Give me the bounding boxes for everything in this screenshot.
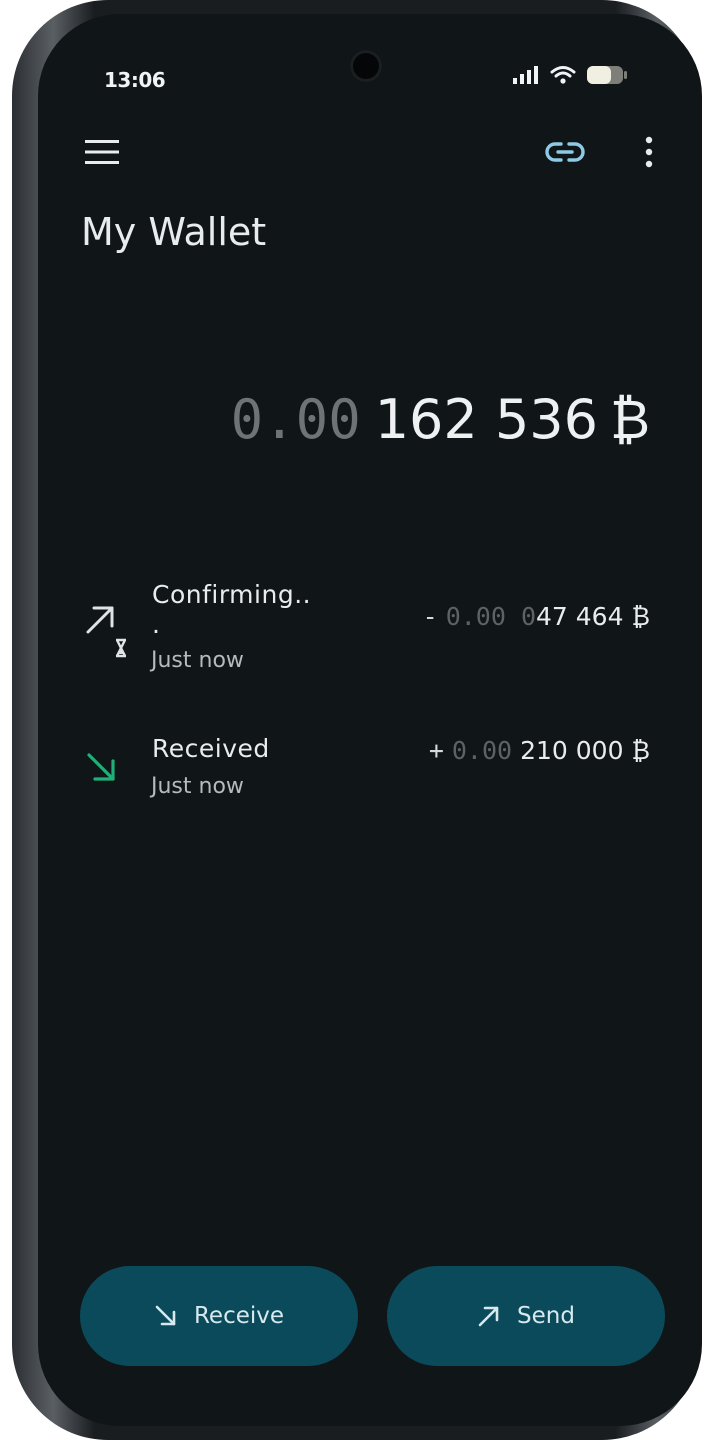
signal-icon	[513, 66, 538, 84]
overflow-menu-button[interactable]	[634, 130, 664, 174]
transaction-time: Just now	[151, 648, 244, 673]
transaction-status: Received	[152, 734, 270, 763]
transaction-item[interactable]: Received Just now + 0.00 210 000 ₿	[38, 718, 702, 808]
transaction-amount: - 0.00 0 47 464 ₿	[423, 602, 650, 632]
receive-button[interactable]: Receive	[80, 1266, 358, 1366]
transaction-status-continued: .	[152, 610, 161, 639]
amount-currency-symbol: ₿	[631, 602, 650, 631]
more-vertical-icon	[645, 136, 653, 168]
amount-leading-zeros: 0.00	[451, 736, 513, 765]
amount-sign: +	[428, 736, 444, 765]
battery-icon	[587, 66, 627, 84]
amount-currency-symbol: ₿	[631, 736, 650, 765]
hamburger-menu-icon	[85, 140, 119, 164]
amount-sign: -	[422, 602, 438, 631]
status-time: 13:06	[104, 68, 166, 92]
balance-leading-zeros: 0.00	[230, 388, 361, 451]
transaction-status: Confirming..	[152, 580, 312, 609]
link-icon	[545, 142, 585, 162]
link-button[interactable]	[541, 132, 589, 172]
send-button-label: Send	[517, 1303, 575, 1329]
send-pending-icon	[84, 604, 128, 664]
received-arrow-icon	[86, 752, 118, 788]
front-camera	[350, 50, 382, 82]
wallet-balance: 0.00 162 536 ₿	[231, 388, 650, 451]
transaction-item[interactable]: Confirming.. . Just now - 0.00 0 47 464 …	[38, 564, 702, 684]
receive-button-label: Receive	[193, 1303, 285, 1329]
phone-frame: 13:06 My Wallet 0.00 162 536 ₿ Confirmin…	[12, 0, 702, 1440]
app-screen: 13:06 My Wallet 0.00 162 536 ₿ Confirmin…	[38, 14, 702, 1426]
balance-value: 162 536	[374, 388, 599, 451]
transaction-amount: + 0.00 210 000 ₿	[429, 736, 650, 766]
page-title: My Wallet	[81, 210, 267, 254]
send-arrow-icon	[478, 1306, 499, 1327]
balance-currency-symbol: ₿	[610, 388, 650, 451]
receive-arrow-icon	[155, 1305, 176, 1326]
status-icons	[512, 64, 628, 86]
amount-value: 47 464	[536, 602, 624, 631]
amount-value: 210 000	[520, 736, 624, 765]
amount-leading-zeros: 0.00 0	[445, 602, 536, 631]
wifi-icon	[550, 66, 576, 84]
menu-button[interactable]	[80, 132, 124, 172]
send-button[interactable]: Send	[387, 1266, 665, 1366]
transaction-time: Just now	[151, 774, 244, 799]
